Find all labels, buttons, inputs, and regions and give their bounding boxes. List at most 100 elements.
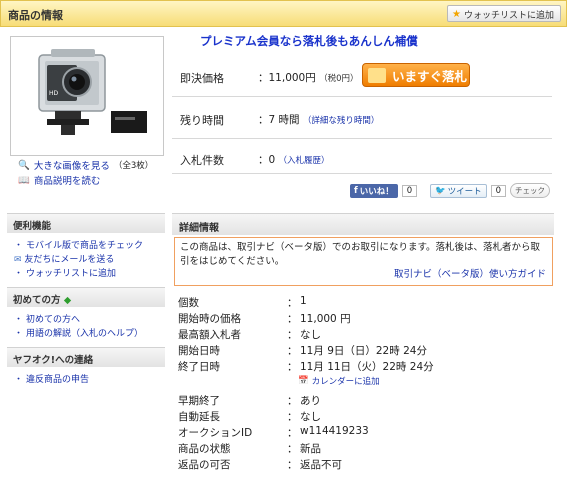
sidebar-item-label: モバイル版で商品をチェック <box>26 241 144 251</box>
detail-label: 返品の可否 <box>178 459 231 471</box>
view-large-image-label: 大きな画像を見る <box>33 161 110 172</box>
tax-label: （税0円） <box>319 74 359 84</box>
tweet-label: ツイート <box>447 186 482 197</box>
buy-now-button-label: いますぐ落札 <box>392 68 468 84</box>
bullet-icon: ・ <box>14 269 24 279</box>
bid-history-link[interactable]: （入札履歴） <box>279 156 330 166</box>
detail-label: 自動延長 <box>178 411 220 423</box>
detail-label: 最高額入札者 <box>178 329 241 341</box>
remaining-time-value: 7 時間 <box>268 114 300 126</box>
detail-label: 商品の状態 <box>178 443 231 455</box>
buy-now-button[interactable]: いますぐ落札 <box>362 63 470 87</box>
facebook-icon: f <box>354 185 358 196</box>
tweet-button[interactable]: 🐦 ツイート <box>430 183 487 198</box>
detail-label: 開始時の価格 <box>178 313 241 325</box>
transaction-notice: この商品は、取引ナビ（ベータ版）でのお取引になります。落札後は、落札者から取引を… <box>174 237 553 286</box>
watchlist-button[interactable]: ★ ウォッチリストに追加 <box>447 5 561 22</box>
sidebar-item-label: 違反商品の申告 <box>26 375 90 385</box>
detail-value: あり <box>300 395 321 407</box>
detail-colon: ： <box>287 395 298 407</box>
facebook-like-button[interactable]: f いいね！ <box>350 183 398 198</box>
divider <box>172 96 552 97</box>
details-title: 詳細情報 <box>172 213 554 235</box>
sidebar-item-watchlist[interactable]: ・ウォッチリストに追加 <box>14 266 116 279</box>
beginner-icon: ◆ <box>63 295 72 306</box>
sidebar-item-beginner[interactable]: ・初めての方へ <box>14 312 80 325</box>
detail-value: 新品 <box>300 443 321 455</box>
book-icon: 📖 <box>18 174 30 186</box>
sidebar-section-title: 初めての方 ◆ <box>7 287 165 307</box>
like-label: いいね！ <box>359 186 394 197</box>
sidebar-item-label: 友だちにメールを送る <box>24 255 115 265</box>
calendar-link-label: カレンダーに追加 <box>311 377 380 387</box>
like-count: 0 <box>401 184 418 197</box>
detail-colon: ： <box>287 313 298 325</box>
buy-now-label: 即決価格 <box>180 72 224 85</box>
detail-value: 1 <box>300 295 307 307</box>
divider <box>172 138 552 139</box>
detail-value: 11月 11日（火）22時 24分 <box>300 361 434 373</box>
sidebar-item-report[interactable]: ・違反商品の申告 <box>14 372 89 385</box>
divider <box>172 173 552 174</box>
sidebar-section-title: ヤフオク!への連絡 <box>7 347 165 367</box>
detail-label: 早期終了 <box>178 395 220 407</box>
sidebar-item-label: 初めての方へ <box>26 315 81 325</box>
bullet-icon: ・ <box>14 329 24 339</box>
facebook-like: f いいね！ 0 <box>350 183 418 198</box>
twitter-icon: 🐦 <box>435 185 446 196</box>
bullet-icon: ・ <box>14 315 24 325</box>
star-icon: ★ <box>452 8 461 20</box>
bullet-icon: ・ <box>14 375 24 385</box>
add-to-calendar-link[interactable]: 📅 カレンダーに追加 <box>298 375 380 387</box>
tweet: 🐦 ツイート 0 <box>430 183 507 198</box>
bid-count-value: 0 <box>268 154 276 166</box>
remaining-detail-link[interactable]: （詳細な残り時間） <box>303 116 380 126</box>
guide-link[interactable]: 取引ナビ（ベータ版）使い方ガイド <box>394 268 546 282</box>
remaining-time: ：7 時間 （詳細な残り時間） <box>258 114 380 126</box>
check-label: チェック <box>515 186 545 195</box>
buy-now-value: 11,000円 <box>268 72 316 84</box>
sidebar-item-mobile[interactable]: ・モバイル版で商品をチェック <box>14 238 143 251</box>
camera-image: HD <box>11 37 163 155</box>
bid-count-label: 入札件数 <box>180 154 224 167</box>
detail-value: 11月 9日（日）22時 24分 <box>300 345 427 357</box>
buy-now-price: ：11,000円 （税0円） <box>258 72 359 84</box>
detail-colon: ： <box>287 443 298 455</box>
detail-colon: ： <box>287 459 298 471</box>
detail-colon: ： <box>287 345 298 357</box>
read-description-link[interactable]: 📖 商品説明を読む <box>18 173 101 188</box>
section-title: 商品の情報 <box>8 9 63 22</box>
cart-icon <box>368 67 386 83</box>
detail-colon: ： <box>287 329 298 341</box>
remaining-time-label: 残り時間 <box>180 114 224 127</box>
detail-value: なし <box>300 411 321 423</box>
detail-label: 開始日時 <box>178 345 220 357</box>
detail-label: 終了日時 <box>178 361 220 373</box>
detail-colon: ： <box>287 411 298 423</box>
calendar-icon: 📅 <box>298 376 309 386</box>
check-button[interactable]: チェック <box>510 183 550 198</box>
magnifier-icon: 🔍 <box>18 159 30 171</box>
sidebar-item-label: 用語の解説（入札のヘルプ） <box>26 329 144 339</box>
detail-value: なし <box>300 329 321 341</box>
product-image[interactable]: HD <box>10 36 164 156</box>
notice-text: この商品は、取引ナビ（ベータ版）でのお取引になります。落札後は、落札者から取引を… <box>180 242 541 267</box>
read-description-label: 商品説明を読む <box>33 176 101 187</box>
sidebar-item-glossary[interactable]: ・用語の解説（入札のヘルプ） <box>14 326 143 339</box>
detail-colon: ： <box>287 297 298 309</box>
sidebar-section-label: 初めての方 <box>13 295 61 306</box>
sidebar-section-title: 便利機能 <box>7 213 165 233</box>
svg-text:HD: HD <box>49 90 59 97</box>
sidebar-item-label: ウォッチリストに追加 <box>26 269 117 279</box>
detail-value: 返品不可 <box>300 459 342 471</box>
detail-label: 個数 <box>178 297 199 309</box>
detail-value: 11,000 円 <box>300 313 351 325</box>
bullet-icon: ・ <box>14 241 24 251</box>
sidebar-item-mail[interactable]: ✉ 友だちにメールを送る <box>14 252 114 265</box>
watchlist-button-label: ウォッチリストに追加 <box>463 10 554 21</box>
premium-promo-link[interactable]: プレミアム会員なら落札後もあんしん補償 <box>200 33 418 49</box>
tweet-count: 0 <box>490 184 507 197</box>
view-large-image-link[interactable]: 🔍 大きな画像を見る （全3枚） <box>18 158 154 173</box>
image-count: （全3枚） <box>113 161 154 171</box>
detail-colon: ： <box>287 361 298 373</box>
